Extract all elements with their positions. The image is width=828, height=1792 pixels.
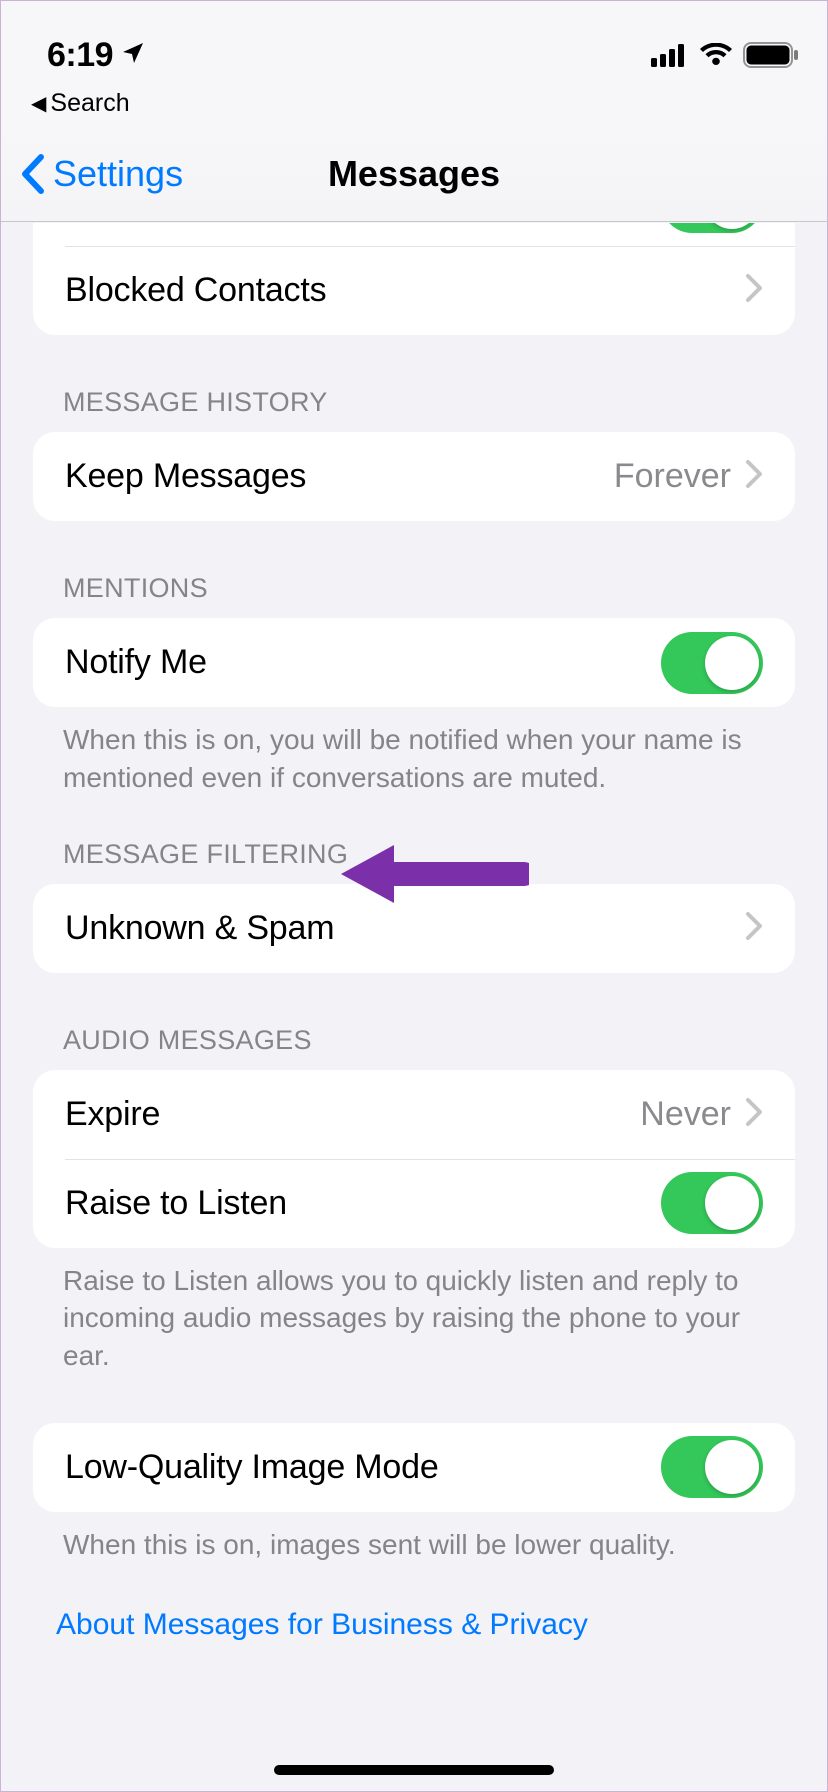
breadcrumb-label: Search — [50, 89, 129, 118]
row-label: Raise to Listen — [65, 1184, 661, 1223]
breadcrumb[interactable]: ◀ Search — [1, 89, 827, 126]
battery-icon — [743, 42, 799, 73]
group-mentions: Notify Me — [33, 618, 795, 707]
row-value: Never — [640, 1095, 731, 1134]
home-indicator[interactable] — [274, 1765, 554, 1775]
row-unknown-spam[interactable]: Unknown & Spam — [33, 884, 795, 973]
group-low-quality: Low-Quality Image Mode — [33, 1423, 795, 1512]
row-label: Low-Quality Image Mode — [65, 1448, 661, 1487]
row-label: Unknown & Spam — [65, 909, 745, 948]
back-triangle-icon: ◀ — [31, 91, 46, 116]
nav-bar: Settings Messages — [1, 126, 827, 222]
group-audio: Expire Never Raise to Listen — [33, 1070, 795, 1248]
row-raise-to-listen[interactable]: Raise to Listen — [33, 1159, 795, 1248]
toggle-notify-me[interactable] — [661, 632, 763, 694]
chevron-right-icon — [745, 911, 763, 946]
section-footer-mentions: When this is on, you will be notified wh… — [1, 707, 827, 797]
section-header-history: MESSAGE HISTORY — [1, 335, 827, 432]
row-low-quality[interactable]: Low-Quality Image Mode — [33, 1423, 795, 1512]
chevron-left-icon — [19, 153, 47, 195]
status-bar: 6:19 — [1, 1, 827, 89]
section-footer-low-quality: When this is on, images sent will be low… — [1, 1512, 827, 1564]
settings-content[interactable]: Character Count Blocked Contacts MESSAGE… — [1, 223, 827, 1791]
row-keep-messages[interactable]: Keep Messages Forever — [33, 432, 795, 521]
section-header-audio: AUDIO MESSAGES — [1, 973, 827, 1070]
wifi-icon — [699, 43, 733, 72]
chevron-right-icon — [745, 459, 763, 494]
cellular-signal-icon — [651, 43, 689, 72]
chevron-right-icon — [745, 1097, 763, 1132]
row-character-count[interactable]: Character Count — [33, 223, 795, 246]
section-footer-audio: Raise to Listen allows you to quickly li… — [1, 1248, 827, 1375]
row-label: Blocked Contacts — [65, 271, 745, 310]
row-label: Keep Messages — [65, 457, 614, 496]
row-label: Expire — [65, 1095, 640, 1134]
location-icon — [121, 41, 145, 70]
section-header-mentions: MENTIONS — [1, 521, 827, 618]
group-partial: Character Count Blocked Contacts — [33, 223, 795, 335]
chevron-right-icon — [745, 273, 763, 308]
row-expire[interactable]: Expire Never — [33, 1070, 795, 1159]
group-history: Keep Messages Forever — [33, 432, 795, 521]
toggle-low-quality[interactable] — [661, 1436, 763, 1498]
group-filtering: Unknown & Spam — [33, 884, 795, 973]
back-label: Settings — [53, 153, 183, 195]
row-notify-me[interactable]: Notify Me — [33, 618, 795, 707]
row-value: Forever — [614, 457, 731, 496]
status-time: 6:19 — [47, 36, 113, 75]
row-label: Notify Me — [65, 643, 661, 682]
about-link[interactable]: About Messages for Business & Privacy — [1, 1564, 827, 1642]
toggle-raise-to-listen[interactable] — [661, 1172, 763, 1234]
toggle-character-count[interactable] — [661, 223, 763, 233]
section-header-filtering: MESSAGE FILTERING — [1, 797, 827, 884]
back-button[interactable]: Settings — [19, 153, 183, 195]
row-blocked-contacts[interactable]: Blocked Contacts — [33, 246, 795, 335]
